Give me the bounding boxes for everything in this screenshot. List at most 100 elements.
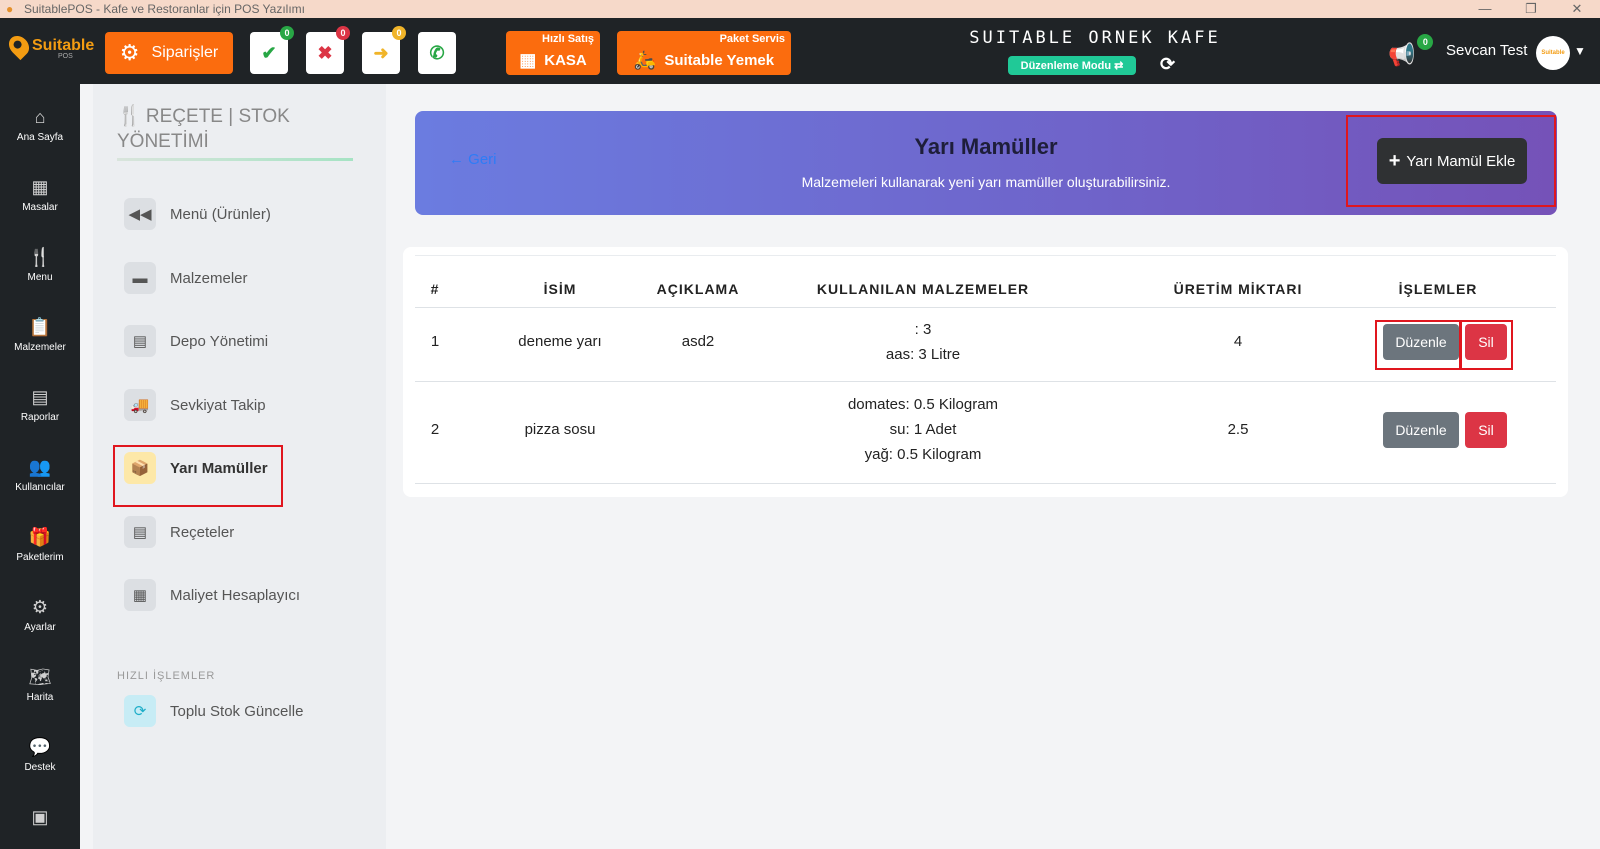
nav-label: Destek — [24, 762, 56, 773]
window-title: SuitablePOS - Kafe ve Restoranlar için P… — [24, 2, 306, 16]
refresh-icon[interactable]: ⟳ — [1160, 54, 1175, 75]
sidebar-item-label: Maliyet Hesaplayıcı — [170, 586, 301, 604]
nav-users[interactable]: 👥 Kullanıcılar — [0, 456, 80, 516]
megaphone-icon: 📢 — [1388, 42, 1416, 67]
tables-icon: ▦ — [31, 176, 49, 197]
nav-label: Ayarlar — [24, 622, 56, 633]
forwarded-badge: 0 — [392, 26, 406, 40]
forwarded-orders-button[interactable]: ➜ 0 — [362, 26, 406, 74]
nav-label: Harita — [26, 692, 54, 703]
users-icon: 👥 — [28, 456, 52, 477]
ingredient-line: aas: 3 Litre — [885, 346, 961, 363]
column-header-description: AÇIKLAMA — [656, 281, 740, 297]
row-divider — [415, 483, 1556, 484]
nav-more[interactable]: ▣ — [0, 806, 80, 849]
stock-sidebar-title-text: REÇETE | STOK YÖNETİMİ — [117, 106, 290, 152]
logo-pin-icon — [4, 31, 34, 61]
sidebar-item-label: Menü (Ürünler) — [170, 205, 271, 223]
quick-sale-caption: Hızlı Satış — [542, 33, 594, 45]
calculator-icon: ▦ — [124, 579, 156, 611]
completed-orders-button[interactable]: ✔ 0 — [250, 26, 294, 74]
nav-label: Malzemeler — [14, 342, 66, 353]
receipt-icon: ▤ — [124, 516, 156, 548]
phone-orders-button[interactable]: ✆ — [418, 32, 456, 74]
user-name[interactable]: Sevcan Test — [1446, 42, 1527, 59]
row-number: 2 — [430, 421, 440, 438]
nav-ingredients[interactable]: 📋 Malzemeler — [0, 316, 80, 376]
nav-support[interactable]: 💬 Destek — [0, 736, 80, 796]
nav-menu[interactable]: 🍴 Menu — [0, 246, 80, 306]
delete-button[interactable]: Sil — [1465, 412, 1507, 448]
avatar[interactable]: Suitable — [1536, 36, 1570, 70]
edit-mode-toggle[interactable]: Düzenleme Modu ⇄ — [1008, 56, 1136, 75]
sidebar-item-label: Reçeteler — [170, 523, 235, 541]
row-divider — [415, 381, 1556, 382]
cancelled-badge: 0 — [336, 26, 350, 40]
sidebar-item-warehouse[interactable]: ▤ Depo Yönetimi — [124, 324, 268, 358]
sidebar-item-label: Toplu Stok Güncelle — [170, 702, 304, 720]
nav-label: Paketlerim — [16, 552, 64, 563]
sidebar-item-menu-products[interactable]: ◀◀ Menü (Ürünler) — [124, 197, 271, 231]
logo-subtext: POS — [58, 53, 73, 60]
sidebar-item-recipes[interactable]: ▤ Reçeteler — [124, 515, 234, 549]
suitable-logo[interactable]: Suitable POS — [4, 31, 95, 61]
restore-button[interactable]: ❐ — [1508, 0, 1554, 18]
nav-map[interactable]: 🗺 Harita — [0, 666, 80, 726]
chevron-down-icon[interactable]: ▼ — [1574, 44, 1586, 58]
phone-icon: ✆ — [429, 42, 445, 63]
truck-icon: 🚚 — [124, 389, 156, 421]
gears-icon: ⚙ — [31, 596, 49, 617]
card-divider — [415, 255, 1556, 256]
utensils-icon: 🍴 — [117, 105, 142, 127]
quick-sale-button[interactable]: Hızlı Satış ▦ KASA — [506, 31, 600, 75]
announcements-button[interactable]: 📢 0 — [1388, 34, 1434, 68]
nav-settings[interactable]: ⚙ Ayarlar — [0, 596, 80, 656]
cash-register-icon: ▦ — [519, 49, 537, 70]
window-controls: — ❐ ✕ — [1462, 0, 1600, 18]
package-label: Suitable Yemek — [664, 51, 775, 69]
orders-button[interactable]: ⚙ Siparişler — [105, 32, 233, 74]
sidebar-item-label: Malzemeler — [170, 269, 248, 287]
row-ingredients: domates: 0.5 Kilogram su: 1 Adet yağ: 0.… — [773, 392, 1073, 467]
nav-tables[interactable]: ▦ Masalar — [0, 176, 80, 236]
sidebar-item-ingredients[interactable]: ▬ Malzemeler — [124, 261, 248, 295]
sync-icon: ⟳ — [124, 695, 156, 727]
nav-packages[interactable]: 🎁 Paketlerim — [0, 526, 80, 586]
logo-text: Suitable — [32, 37, 95, 54]
warehouse-icon: ▤ — [124, 325, 156, 357]
quick-actions-heading: HIZLI İŞLEMLER — [117, 670, 216, 682]
clipboard-icon: 📋 — [28, 316, 52, 337]
column-header-ingredients: KULLANILAN MALZEMELER — [816, 281, 1030, 297]
sidebar-item-shipment-tracking[interactable]: 🚚 Sevkiyat Takip — [124, 388, 266, 422]
row-name: deneme yarı — [518, 333, 602, 350]
sidebar-item-cost-calculator[interactable]: ▦ Maliyet Hesaplayıcı — [124, 578, 300, 612]
main-sidebar: ⌂ Ana Sayfa ▦ Masalar 🍴 Menu 📋 Malzemeler ▤ R… — [0, 84, 80, 849]
motorcycle-icon: 🛵 — [633, 49, 657, 70]
title-underline — [117, 158, 353, 161]
row-name: pizza sosu — [524, 421, 596, 438]
sidebar-item-label: Depo Yönetimi — [170, 332, 269, 350]
cancelled-orders-button[interactable]: ✖ 0 — [306, 26, 350, 74]
backward-icon: ◀◀ — [124, 198, 156, 230]
gift-icon: 🎁 — [28, 526, 52, 547]
nav-reports[interactable]: ▤ Raporlar — [0, 386, 80, 446]
x-icon: ✖ — [317, 42, 333, 63]
header-divider — [415, 307, 1556, 308]
home-icon: ⌂ — [34, 106, 46, 127]
quick-sale-label: KASA — [544, 51, 587, 69]
row-description: asd2 — [681, 333, 715, 350]
nav-home[interactable]: ⌂ Ana Sayfa — [0, 106, 80, 166]
row-ingredients: : 3 aas: 3 Litre — [773, 317, 1073, 367]
edit-button[interactable]: Düzenle — [1383, 412, 1459, 448]
orders-label: Siparişler — [151, 44, 219, 61]
ingredient-line: yağ: 0.5 Kilogram — [864, 446, 982, 463]
arrow-right-icon: ➜ — [373, 42, 389, 63]
nav-label: Menu — [27, 272, 53, 283]
close-button[interactable]: ✕ — [1554, 0, 1600, 18]
highlight-box — [1460, 320, 1513, 370]
minimize-button[interactable]: — — [1462, 0, 1508, 18]
top-header: Suitable POS ⚙ Siparişler ✔ 0 ✖ 0 ➜ 0 ✆ … — [0, 18, 1600, 84]
box-icon: ▬ — [124, 262, 156, 294]
package-service-button[interactable]: Paket Servis 🛵 Suitable Yemek — [617, 31, 791, 75]
sidebar-item-bulk-stock-update[interactable]: ⟳ Toplu Stok Güncelle — [124, 694, 303, 728]
